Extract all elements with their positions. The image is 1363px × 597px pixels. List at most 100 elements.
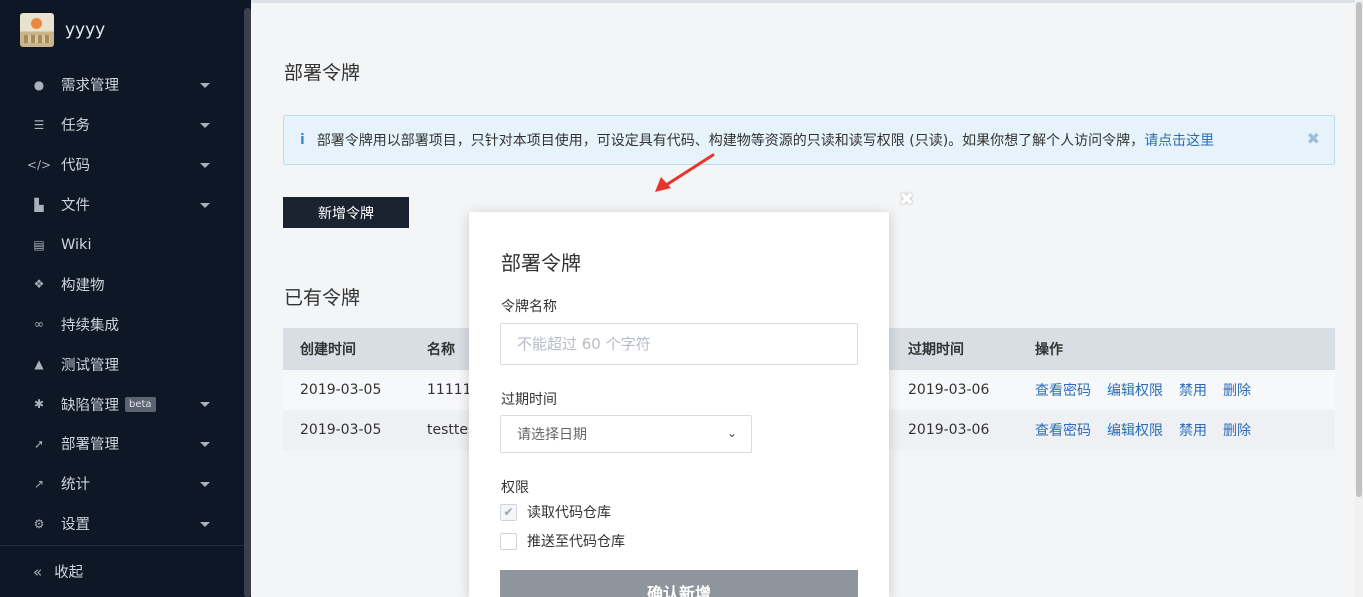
flask-icon: ▲ xyxy=(34,357,44,372)
alert-text: 部署令牌用以部署项目，只针对本项目使用，可设定具有代码、构建物等资源的只读和读写… xyxy=(317,130,1214,150)
alert-message: 部署令牌用以部署项目，只针对本项目使用，可设定具有代码、构建物等资源的只读和读写… xyxy=(316,133,1145,149)
permission-read-label: 读取代码仓库 xyxy=(527,505,611,521)
beta-badge: beta xyxy=(125,396,156,412)
deploy-token-modal: 部署令牌 令牌名称 过期时间 请选择日期 ⌄ 权限 ✔ 读取代码仓库 推送至代码… xyxy=(469,212,889,597)
sidebar-item-6[interactable]: ∞ 持续集成 xyxy=(0,304,244,344)
avatar[interactable] xyxy=(20,13,54,47)
token-name-label: 令牌名称 xyxy=(501,299,557,315)
sidebar-item-10[interactable]: ↗ 统计 xyxy=(0,464,244,504)
modal-title: 部署令牌 xyxy=(501,251,581,275)
close-icon[interactable]: ✖ xyxy=(1307,129,1320,148)
edit-permissions-link[interactable]: 编辑权限 xyxy=(1107,423,1163,439)
sidebar-item-label: 统计 xyxy=(61,477,90,494)
artifacts-icon: ❖ xyxy=(33,277,45,292)
sidebar-item-2[interactable]: </> 代码 xyxy=(0,145,244,185)
cell-expires: 2019-03-06 xyxy=(891,410,1018,450)
caret-down-icon[interactable] xyxy=(200,162,210,168)
sidebar-item-3[interactable]: ▙ 文件 xyxy=(0,185,244,225)
modal-close-icon[interactable]: ✖ xyxy=(899,189,917,210)
page-scrollbar-thumb[interactable] xyxy=(1356,2,1362,497)
infinity-icon: ∞ xyxy=(34,317,44,332)
cell-created: 2019-03-05 xyxy=(283,410,410,450)
chart-icon: ↗ xyxy=(33,476,45,491)
sidebar-item-label: Wiki xyxy=(61,236,92,253)
expire-date-placeholder: 请选择日期 xyxy=(517,427,587,443)
caret-down-icon[interactable] xyxy=(200,202,210,208)
wiki-icon: ▤ xyxy=(33,237,45,252)
arrow-annotation-icon xyxy=(655,153,715,192)
sidebar-item-4[interactable]: ▤ Wiki xyxy=(0,225,244,265)
info-alert: i 部署令牌用以部署项目，只针对本项目使用，可设定具有代码、构建物等资源的只读和… xyxy=(283,115,1335,165)
sidebar-item-label: 需求管理 xyxy=(61,78,119,95)
user-profile[interactable]: yyyy xyxy=(0,0,244,60)
sidebar-scrollbar[interactable] xyxy=(244,8,251,597)
column-header-created: 创建时间 xyxy=(283,328,410,370)
info-icon: i xyxy=(300,132,305,148)
sidebar-item-8[interactable]: ✱ 缺陷管理 beta xyxy=(0,384,244,424)
sidebar-collapse-button[interactable]: « 收起 xyxy=(0,545,244,597)
bug-icon: ✱ xyxy=(33,397,45,412)
cell-created: 2019-03-05 xyxy=(283,370,410,410)
permissions-label: 权限 xyxy=(501,480,529,496)
sidebar-item-label: 持续集成 xyxy=(61,317,119,334)
permission-push-label: 推送至代码仓库 xyxy=(527,534,625,550)
sidebar-item-7[interactable]: ▲ 测试管理 xyxy=(0,344,244,384)
delete-link[interactable]: 删除 xyxy=(1223,423,1251,439)
sidebar-item-9[interactable]: ➚ 部署管理 xyxy=(0,424,244,464)
edit-permissions-link[interactable]: 编辑权限 xyxy=(1107,383,1163,399)
sidebar-item-11[interactable]: ⚙ 设置 xyxy=(0,504,244,544)
sidebar-content: yyyy ● 需求管理 ☰ 任务 </> 代码 ▙ 文件 ▤ Wiki ❖ 构建物 ∞ 持续集成 ▲ 测试管理… xyxy=(0,0,244,597)
sidebar-item-label: 文件 xyxy=(61,198,90,215)
caret-down-icon[interactable] xyxy=(200,521,210,527)
sidebar-item-label: 任务 xyxy=(61,118,90,135)
double-chevron-left-icon: « xyxy=(33,562,43,581)
sidebar-item-label: 代码 xyxy=(61,158,90,175)
chevron-down-icon: ⌄ xyxy=(726,426,737,440)
view-password-link[interactable]: 查看密码 xyxy=(1035,383,1091,399)
column-header-expires: 过期时间 xyxy=(891,328,1018,370)
sidebar-item-0[interactable]: ● 需求管理 xyxy=(0,65,244,105)
file-icon: ▙ xyxy=(34,197,44,212)
alert-help-link[interactable]: 请点击这里 xyxy=(1144,133,1214,149)
sidebar-item-1[interactable]: ☰ 任务 xyxy=(0,105,244,145)
sidebar-item-label: 设置 xyxy=(61,517,90,534)
token-name-input[interactable] xyxy=(500,323,858,365)
permission-read-repo[interactable]: ✔ 读取代码仓库 xyxy=(500,502,611,522)
expire-date-select[interactable]: 请选择日期 ⌄ xyxy=(500,415,752,453)
rocket-icon: ➚ xyxy=(33,436,45,451)
caret-down-icon[interactable] xyxy=(200,402,210,408)
cell-expires: 2019-03-06 xyxy=(891,370,1018,410)
sidebar-item-label: 构建物 xyxy=(61,277,105,294)
delete-link[interactable]: 删除 xyxy=(1223,383,1251,399)
task-list-icon: ☰ xyxy=(33,117,45,132)
expire-date-label: 过期时间 xyxy=(501,392,557,408)
sidebar-item-label: 测试管理 xyxy=(61,357,119,374)
cell-actions: 查看密码 编辑权限 禁用 删除 xyxy=(1018,370,1335,410)
add-token-button[interactable]: 新增令牌 xyxy=(283,197,409,228)
column-header-actions: 操作 xyxy=(1018,328,1335,370)
code-icon: </> xyxy=(26,157,52,172)
caret-down-icon[interactable] xyxy=(200,442,210,448)
section-title-existing-tokens: 已有令牌 xyxy=(284,287,361,309)
cell-actions: 查看密码 编辑权限 禁用 删除 xyxy=(1018,410,1335,450)
sidebar-menu: ● 需求管理 ☰ 任务 </> 代码 ▙ 文件 ▤ Wiki ❖ 构建物 ∞ 持续集成 ▲ 测试管理 ✱ 缺陷管理… xyxy=(0,65,244,544)
username: yyyy xyxy=(65,20,106,40)
caret-down-icon[interactable] xyxy=(200,122,210,128)
view-password-link[interactable]: 查看密码 xyxy=(1035,423,1091,439)
disable-link[interactable]: 禁用 xyxy=(1179,423,1207,439)
sidebar-item-5[interactable]: ❖ 构建物 xyxy=(0,264,244,304)
checkbox-push-repo[interactable] xyxy=(500,532,517,550)
checkbox-read-repo[interactable]: ✔ xyxy=(500,503,517,521)
sidebar-item-label: 部署管理 xyxy=(61,437,119,454)
check-icon: ✔ xyxy=(503,505,514,519)
lightbulb-icon: ● xyxy=(33,77,45,92)
page-title: 部署令牌 xyxy=(284,62,361,84)
gear-icon: ⚙ xyxy=(33,516,45,531)
disable-link[interactable]: 禁用 xyxy=(1179,383,1207,399)
sidebar: yyyy ● 需求管理 ☰ 任务 </> 代码 ▙ 文件 ▤ Wiki ❖ 构建物 ∞ 持续集成 ▲ 测试管理… xyxy=(0,0,251,597)
caret-down-icon[interactable] xyxy=(200,481,210,487)
caret-down-icon[interactable] xyxy=(200,83,210,88)
permission-push-repo[interactable]: 推送至代码仓库 xyxy=(500,531,625,551)
confirm-add-button[interactable]: 确认新增 xyxy=(500,570,858,597)
page-scrollbar[interactable] xyxy=(1355,0,1363,597)
